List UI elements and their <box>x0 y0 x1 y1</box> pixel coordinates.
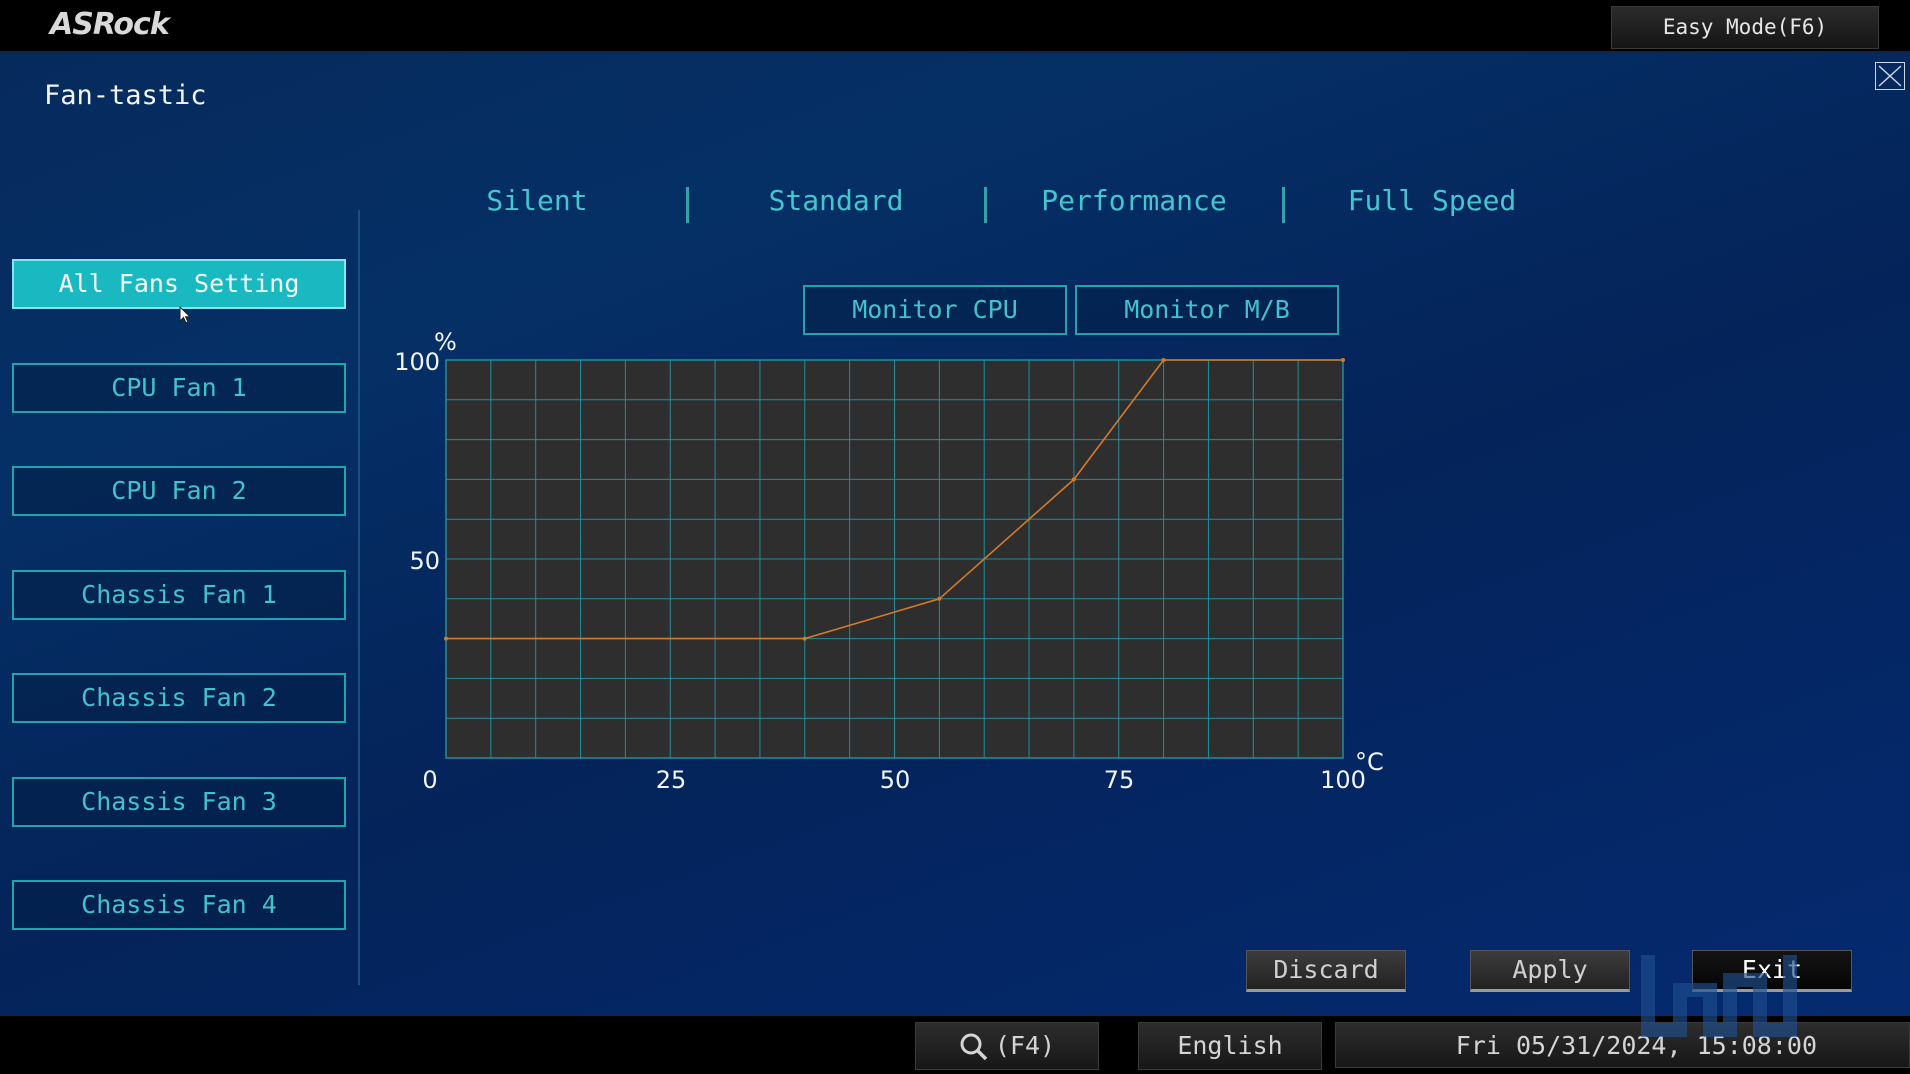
chart-grid <box>446 360 1343 758</box>
apply-button[interactable]: Apply <box>1470 950 1630 992</box>
legend-watermark-icon <box>1641 955 1797 1037</box>
x-tick-label: 75 <box>1103 766 1135 794</box>
y-tick-label: 100 <box>394 348 440 376</box>
x-tick-label: 100 <box>1320 766 1366 794</box>
search-button[interactable]: (F4) <box>915 1022 1099 1070</box>
fan-curve-point[interactable] <box>1071 477 1076 482</box>
fan-curve-point[interactable] <box>1341 358 1345 362</box>
x-tick-label: 0 <box>422 766 438 794</box>
language-selector[interactable]: English <box>1138 1022 1322 1070</box>
discard-button[interactable]: Discard <box>1246 950 1406 992</box>
search-icon <box>960 1033 988 1061</box>
fan-curve-point[interactable] <box>1161 358 1166 362</box>
fan-curve-point[interactable] <box>802 636 807 641</box>
x-tick-label: 50 <box>879 766 911 794</box>
fan-curve-point[interactable] <box>444 636 448 641</box>
search-shortcut-label: (F4) <box>994 1031 1056 1060</box>
x-tick-label: 25 <box>655 766 687 794</box>
fan-curve-point[interactable] <box>937 596 942 601</box>
fan-curve-chart[interactable] <box>0 0 1910 1074</box>
y-tick-label: 50 <box>409 547 440 575</box>
